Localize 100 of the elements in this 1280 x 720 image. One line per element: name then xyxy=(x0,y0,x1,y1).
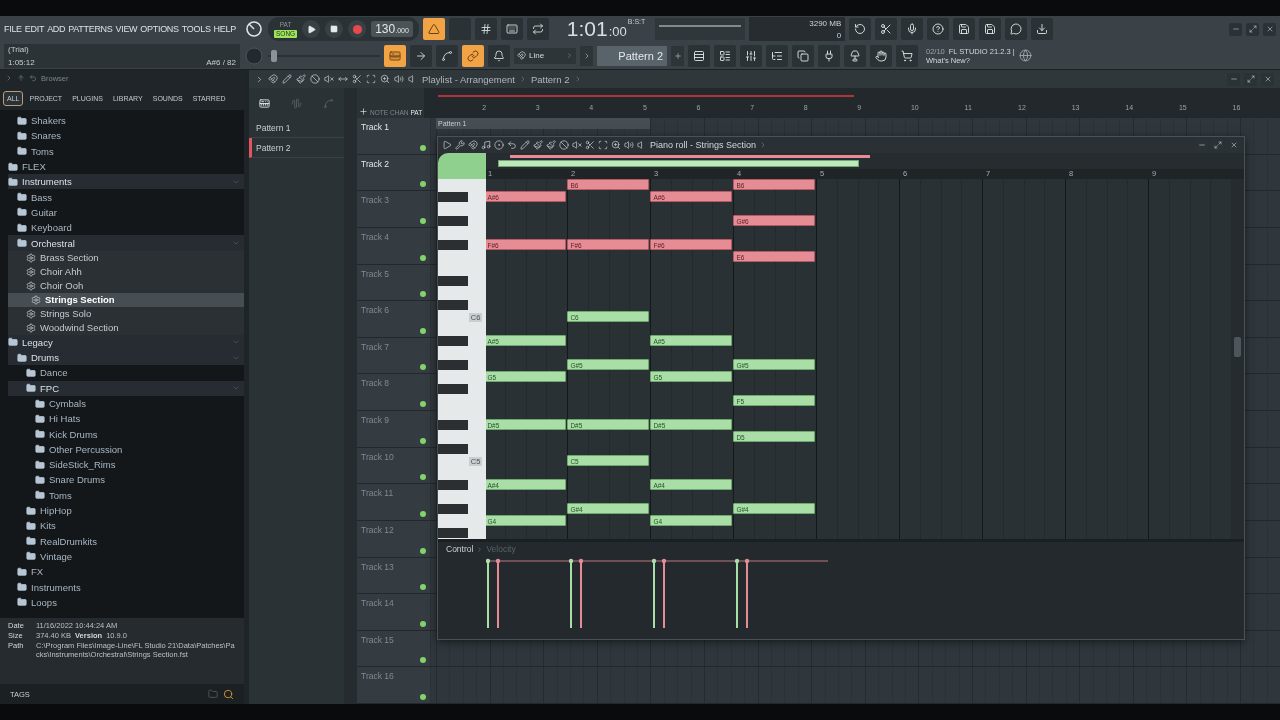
tree-item[interactable]: Guitar xyxy=(8,204,244,221)
track-enable-led[interactable] xyxy=(420,327,426,334)
brush-icon[interactable] xyxy=(533,140,543,150)
tree-item[interactable]: Other Percussion xyxy=(8,441,244,458)
maximize-button[interactable] xyxy=(1246,22,1259,36)
tree-button[interactable] xyxy=(766,44,788,67)
microphone-button[interactable] xyxy=(901,18,924,41)
track-enable-led[interactable] xyxy=(420,694,426,700)
menu-item[interactable]: ADD xyxy=(47,24,66,35)
undo-icon[interactable] xyxy=(507,140,517,150)
menu-item[interactable]: FILE xyxy=(4,24,22,35)
pattern-picker[interactable]: Pattern 2 xyxy=(597,45,667,66)
magnet-icon[interactable] xyxy=(268,74,278,84)
keyboard-icon[interactable] xyxy=(259,97,271,109)
volume-icon[interactable] xyxy=(624,140,634,150)
hand-button[interactable] xyxy=(870,44,892,67)
track-enable-led[interactable] xyxy=(420,181,426,188)
track-enable-led[interactable] xyxy=(420,254,426,261)
track-enable-led[interactable] xyxy=(420,217,426,224)
track-enable-led[interactable] xyxy=(420,510,426,517)
tree-item[interactable]: RealDrumkits xyxy=(8,533,244,549)
ban-icon[interactable] xyxy=(310,74,320,84)
ban-icon[interactable] xyxy=(559,140,569,150)
tree-item[interactable]: Shakers xyxy=(8,113,244,129)
track-enable-led[interactable] xyxy=(420,144,426,151)
scissors-icon[interactable] xyxy=(352,74,362,84)
play-button[interactable] xyxy=(302,20,321,39)
magnet-icon[interactable] xyxy=(468,140,478,150)
tree-item[interactable]: Kits xyxy=(8,518,244,534)
menu-item[interactable]: TOOLS xyxy=(181,24,211,35)
tree-item[interactable]: Dance xyxy=(8,365,244,381)
stop-button[interactable] xyxy=(325,20,344,39)
lamp-button[interactable] xyxy=(844,44,866,67)
maximize-button[interactable] xyxy=(1244,72,1257,86)
mute-icon[interactable] xyxy=(572,140,582,150)
scissors-button[interactable] xyxy=(875,18,898,41)
pencil-icon[interactable] xyxy=(520,140,530,150)
curve-button[interactable] xyxy=(436,44,458,67)
record-dot-icon[interactable] xyxy=(494,140,504,150)
tree-item[interactable]: Hi Hats xyxy=(8,411,244,427)
tree-item[interactable]: HipHop xyxy=(8,502,244,519)
track-enable-led[interactable] xyxy=(420,474,426,481)
menu-item[interactable]: HELP xyxy=(213,24,236,35)
tree-item[interactable]: Instruments xyxy=(8,174,244,190)
plug-button[interactable] xyxy=(818,44,840,67)
sliders-button[interactable] xyxy=(740,44,762,67)
scan-icon[interactable] xyxy=(366,74,376,84)
menu-item[interactable]: PATTERNS xyxy=(68,24,113,35)
keyboard-button[interactable] xyxy=(384,44,406,67)
tree-item[interactable]: FLEX xyxy=(8,158,244,175)
tree-item[interactable]: Kick Drums xyxy=(8,426,244,442)
tree-item[interactable]: Cymbals xyxy=(8,395,244,412)
close-button[interactable] xyxy=(1261,72,1274,86)
tree-item[interactable]: Vintage xyxy=(8,548,244,565)
chat-button[interactable] xyxy=(1005,18,1028,41)
caret-icon[interactable] xyxy=(5,74,13,82)
track-enable-led[interactable] xyxy=(420,291,426,298)
tree-item[interactable]: Bass xyxy=(8,189,244,205)
tree-item[interactable]: Snare Drums xyxy=(8,472,244,488)
menu-item[interactable]: VIEW xyxy=(115,24,138,35)
list-button[interactable] xyxy=(714,44,736,67)
track-enable-led[interactable] xyxy=(420,620,426,627)
brush-icon[interactable] xyxy=(296,74,306,84)
tree-item[interactable]: FX xyxy=(8,564,244,580)
menu-item[interactable]: OPTIONS xyxy=(140,24,179,35)
track-enable-led[interactable] xyxy=(420,584,426,591)
copy-button[interactable] xyxy=(792,44,814,67)
tree-item[interactable]: Toms xyxy=(8,143,244,159)
track-enable-led[interactable] xyxy=(420,437,426,444)
track-header[interactable]: Track 2 xyxy=(357,154,430,191)
track-enable-led[interactable] xyxy=(420,364,426,371)
volume-icon[interactable] xyxy=(394,74,404,84)
tree-item[interactable]: Instruments xyxy=(8,579,244,595)
loop-button[interactable] xyxy=(526,18,549,41)
zoom-icon[interactable] xyxy=(611,140,621,150)
add-track-icon[interactable] xyxy=(359,107,368,116)
mute-icon[interactable] xyxy=(324,74,334,84)
download-button[interactable] xyxy=(1031,18,1054,41)
tree-item[interactable]: Loops xyxy=(8,594,244,610)
search-icon[interactable] xyxy=(223,688,234,700)
bell-button[interactable] xyxy=(488,44,510,67)
track-enable-led[interactable] xyxy=(420,547,426,554)
tree-item[interactable]: SideStick_Rims xyxy=(8,457,244,473)
pitch-slider-thumb[interactable] xyxy=(271,49,278,62)
save-button[interactable] xyxy=(979,18,1002,41)
zoom-icon[interactable] xyxy=(380,74,390,84)
keyboard-button[interactable] xyxy=(500,18,523,41)
hash-button[interactable] xyxy=(474,18,497,41)
arrows-icon[interactable] xyxy=(338,74,348,84)
tree-item[interactable]: FPC xyxy=(8,380,244,396)
link-button[interactable] xyxy=(462,44,484,67)
cart-button[interactable] xyxy=(896,44,918,67)
track-header[interactable]: Track 1 xyxy=(357,118,430,154)
track-enable-led[interactable] xyxy=(420,401,426,407)
help-button[interactable] xyxy=(927,18,950,41)
playlist-breadcrumb[interactable]: Pattern 2 xyxy=(530,73,570,85)
wrench-icon[interactable] xyxy=(455,140,465,150)
snap-select[interactable]: Line xyxy=(514,47,576,64)
track-enable-led[interactable] xyxy=(420,657,426,664)
playlist-scrollbar[interactable] xyxy=(344,88,357,704)
